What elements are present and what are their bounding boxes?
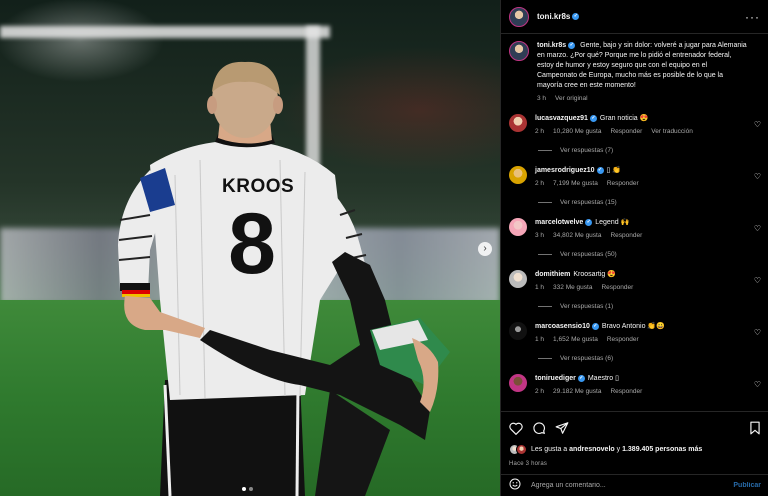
carousel-dot-1 bbox=[242, 487, 246, 491]
comment-avatar[interactable] bbox=[509, 270, 527, 288]
comment-avatar[interactable] bbox=[509, 322, 527, 340]
post-caption: toni.kr8s ✓ Gente, bajo y sin dolor: volv… bbox=[509, 41, 761, 102]
caption-time: 3 h bbox=[537, 95, 547, 102]
comment-item: toniruediger ✓ Maestro ▯ 2 h 29.182 Me gust… bbox=[509, 374, 761, 395]
heart-icon[interactable]: ♡ bbox=[754, 172, 761, 181]
comments-list[interactable]: toni.kr8s ✓ Gente, bajo y sin dolor: volv… bbox=[501, 35, 768, 411]
view-replies-button[interactable]: Ver respuestas (6) bbox=[538, 355, 761, 362]
caption-avatar[interactable] bbox=[509, 41, 529, 61]
verified-icon: ✓ bbox=[589, 114, 597, 122]
comment-username[interactable]: lucasvazquez91 ✓ bbox=[535, 114, 597, 122]
caption-username[interactable]: toni.kr8s ✓ bbox=[537, 41, 576, 49]
paper-plane-icon[interactable] bbox=[555, 421, 569, 435]
verified-icon: ✓ bbox=[596, 166, 604, 174]
chevron-right-icon: › bbox=[483, 243, 487, 254]
view-replies-button[interactable]: Ver respuestas (7) bbox=[538, 147, 761, 154]
verified-icon: ✓ bbox=[577, 374, 585, 382]
view-replies-button[interactable]: Ver respuestas (50) bbox=[538, 251, 761, 258]
caption-text: Gente, bajo y sin dolor: volveré a jugar… bbox=[537, 42, 747, 89]
comment-text: Bravo Antonio 👏😀 bbox=[601, 323, 665, 330]
heart-icon[interactable] bbox=[509, 422, 523, 435]
comment-text: Legend 🙌 bbox=[595, 219, 630, 226]
comment-text: Maestro ▯ bbox=[587, 375, 619, 382]
smiley-icon[interactable] bbox=[509, 477, 521, 495]
comment-likes[interactable]: 1,652 Me gusta bbox=[553, 336, 598, 343]
comment-likes[interactable]: 332 Me gusta bbox=[553, 284, 592, 291]
comment-avatar[interactable] bbox=[509, 166, 527, 184]
comment-avatar[interactable] bbox=[509, 218, 527, 236]
author-username[interactable]: toni.kr8s ✓ bbox=[537, 12, 580, 21]
comment-likes[interactable]: 7,199 Me gusta bbox=[553, 180, 598, 187]
likes-summary[interactable]: Les gusta a andresnovelo y 1.389.405 per… bbox=[509, 444, 761, 455]
comment-username[interactable]: toniruediger ✓ bbox=[535, 374, 585, 382]
comment-time: 3 h bbox=[535, 232, 545, 239]
comment-username[interactable]: marcelotwelve ✓ bbox=[535, 218, 593, 226]
see-original-link[interactable]: Ver original bbox=[555, 95, 588, 102]
verified-icon: ✓ bbox=[591, 322, 599, 330]
publish-button[interactable]: Publicar bbox=[733, 482, 761, 489]
heart-icon[interactable]: ♡ bbox=[754, 120, 761, 129]
comment-time: 1 h bbox=[535, 284, 545, 291]
post-time: Hace 3 horas bbox=[509, 461, 548, 467]
post-actions: Les gusta a andresnovelo y 1.389.405 per… bbox=[501, 411, 768, 467]
reply-button[interactable]: Responder bbox=[610, 388, 642, 395]
verified-icon: ✓ bbox=[568, 41, 576, 49]
comment-item: marcoasensio10 ✓ Bravo Antonio 👏😀 1 h 1,652… bbox=[509, 322, 761, 343]
comment-item: jamesrodriguez10 ✓ ▯ 👏 2 h 7,199 Me gusta Re… bbox=[509, 166, 761, 187]
comment-item: marcelotwelve ✓ Legend 🙌 3 h 34,802 Me gust… bbox=[509, 218, 761, 239]
see-translation-link[interactable]: Ver traducción bbox=[651, 128, 693, 135]
comment-item: lucasvazquez91 ✓ Gran noticia 😍 2 h 10,280 … bbox=[509, 114, 761, 135]
comment-username[interactable]: jamesrodriguez10 ✓ bbox=[535, 166, 604, 174]
reply-button[interactable]: Responder bbox=[610, 128, 642, 135]
post-image[interactable]: KROOS 8 › bbox=[0, 0, 500, 496]
carousel-dot-2 bbox=[249, 487, 253, 491]
post-sidebar: toni.kr8s ✓ ··· toni.kr8s ✓ Gente, bajo y … bbox=[500, 0, 768, 496]
reply-button[interactable]: Responder bbox=[607, 336, 639, 343]
more-options-icon[interactable]: ··· bbox=[745, 10, 760, 24]
heart-icon[interactable]: ♡ bbox=[754, 224, 761, 233]
author-avatar[interactable] bbox=[509, 6, 529, 27]
comment-item: domithiem Kroosartig 😍 1 h 332 Me gusta Res… bbox=[509, 270, 761, 291]
comment-text: ▯ 👏 bbox=[606, 167, 622, 174]
comment-username[interactable]: marcoasensio10 ✓ bbox=[535, 322, 599, 330]
comment-text: Kroosartig 😍 bbox=[573, 271, 616, 278]
heart-icon[interactable]: ♡ bbox=[754, 380, 761, 389]
liker-username[interactable]: andresnovelo bbox=[569, 446, 615, 453]
comment-likes[interactable]: 34,802 Me gusta bbox=[553, 232, 601, 239]
comment-time: 1 h bbox=[535, 336, 545, 343]
next-image-button[interactable]: › bbox=[478, 242, 492, 256]
likes-count[interactable]: 1.389.405 personas más bbox=[622, 446, 702, 453]
jersey-number: 8 bbox=[228, 196, 276, 292]
comment-time: 2 h bbox=[535, 180, 545, 187]
verified-icon: ✓ bbox=[572, 13, 580, 21]
bookmark-icon[interactable] bbox=[749, 421, 761, 435]
reply-button[interactable]: Responder bbox=[607, 180, 639, 187]
verified-icon: ✓ bbox=[585, 218, 593, 226]
comment-avatar[interactable] bbox=[509, 114, 527, 132]
comment-username[interactable]: domithiem bbox=[535, 271, 570, 278]
add-comment-bar: Publicar bbox=[501, 474, 768, 496]
view-replies-button[interactable]: Ver respuestas (1) bbox=[538, 303, 761, 310]
comment-time: 2 h bbox=[535, 388, 545, 395]
comment-input[interactable] bbox=[531, 482, 734, 489]
liker-avatar bbox=[516, 444, 527, 455]
comment-likes[interactable]: 10,280 Me gusta bbox=[553, 128, 601, 135]
heart-icon[interactable]: ♡ bbox=[754, 276, 761, 285]
comment-time: 2 h bbox=[535, 128, 545, 135]
reply-button[interactable]: Responder bbox=[610, 232, 642, 239]
comment-text: Gran noticia 😍 bbox=[599, 115, 649, 122]
post-header: toni.kr8s ✓ ··· bbox=[501, 0, 768, 34]
comment-avatar[interactable] bbox=[509, 374, 527, 392]
jersey-name: KROOS bbox=[222, 176, 295, 197]
carousel-indicator bbox=[242, 487, 253, 491]
heart-icon[interactable]: ♡ bbox=[754, 328, 761, 337]
reply-button[interactable]: Responder bbox=[601, 284, 633, 291]
comment-likes[interactable]: 29.182 Me gusta bbox=[553, 388, 601, 395]
comment-icon[interactable] bbox=[532, 421, 546, 435]
view-replies-button[interactable]: Ver respuestas (15) bbox=[538, 199, 761, 206]
